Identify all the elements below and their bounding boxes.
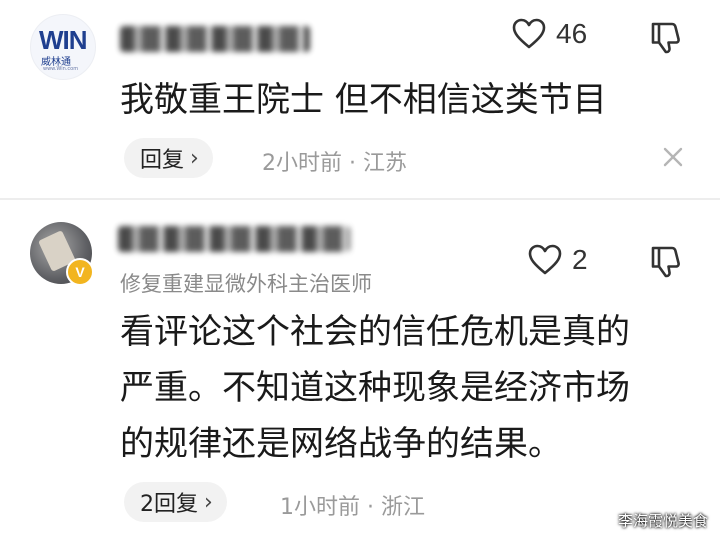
chevron-right-icon: › — [190, 145, 199, 171]
like-count: 2 — [572, 244, 588, 275]
close-icon[interactable] — [662, 146, 684, 168]
brand-logo-url: www.Win.com — [43, 66, 79, 72]
like-button[interactable]: 46 — [512, 18, 587, 50]
watermark: 李海霞悦美食 — [617, 512, 708, 530]
chevron-right-icon: › — [204, 489, 213, 515]
like-button[interactable]: 2 — [528, 244, 588, 276]
username-blurred[interactable] — [120, 26, 310, 52]
comment-card: WIN 威林通 www.Win.com 46 我敬重王院士 但不相信这类节目 回… — [0, 0, 720, 200]
thumbs-down-icon[interactable] — [650, 244, 682, 278]
comment-text: 看评论这个社会的信任危机是真的 严重。不知道这种现象是经济市场 的规律还是网络战… — [120, 304, 630, 472]
comment-text-line: 看评论这个社会的信任危机是真的 — [120, 312, 630, 352]
comment-text-line: 我敬重王院士 但不相信这类节目 — [120, 80, 607, 120]
like-count: 46 — [556, 18, 588, 49]
reply-label: 2回复 — [140, 492, 198, 517]
comment-card: V 修复重建显微外科主治医师 2 看评论这个社会的信任危机是真的 严重。不知道这… — [0, 200, 720, 539]
replies-button[interactable]: 2回复 › — [124, 482, 227, 522]
heart-icon — [528, 244, 562, 275]
thumbs-down-icon[interactable] — [650, 20, 682, 54]
timestamp-location: 2小时前 · 江苏 — [262, 151, 407, 176]
username-blurred[interactable] — [118, 226, 350, 252]
comment-text-line: 严重。不知道这种现象是经济市场 — [120, 368, 630, 408]
timestamp-location: 1小时前 · 浙江 — [280, 495, 425, 520]
verified-badge: V — [66, 258, 94, 286]
brand-logo-text: WIN — [39, 25, 88, 55]
reply-label: 回复 — [140, 148, 185, 173]
reply-button[interactable]: 回复 › — [124, 138, 213, 178]
heart-icon — [512, 18, 546, 49]
comment-text-line: 的规律还是网络战争的结果。 — [120, 424, 562, 464]
user-title: 修复重建显微外科主治医师 — [120, 272, 372, 296]
comment-text: 我敬重王院士 但不相信这类节目 — [120, 72, 607, 128]
avatar[interactable]: WIN 威林通 www.Win.com — [30, 14, 96, 80]
